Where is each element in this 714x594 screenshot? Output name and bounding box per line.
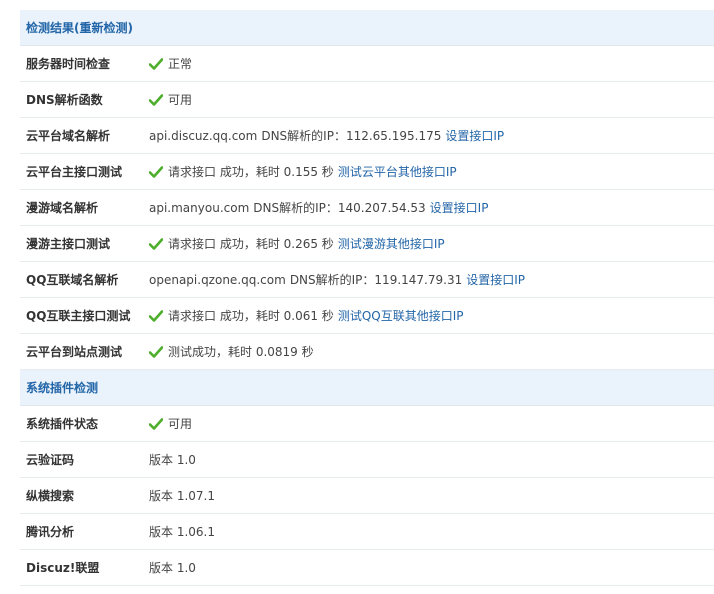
row-plugin-captcha: 云验证码 版本 1.0 <box>20 442 714 478</box>
row-label: Discuz!联盟 <box>26 561 100 575</box>
status-text: 正常 <box>168 57 193 71</box>
check-icon <box>149 165 163 178</box>
row-label: 腾讯分析 <box>26 525 75 539</box>
host-text: api.discuz.qq.com <box>149 128 258 143</box>
row-qq-domain-resolve: QQ互联域名解析 openapi.qzone.qq.com DNS解析的IP：1… <box>20 262 714 298</box>
section-header-plugins: 系统插件检测 <box>20 370 714 406</box>
version-text: 版本 1.0 <box>149 561 196 575</box>
row-label: QQ互联主接口测试 <box>26 309 131 323</box>
row-label: QQ互联域名解析 <box>26 273 119 287</box>
row-dns-function: DNS解析函数 可用 <box>20 82 714 118</box>
row-plugin-analytics: 腾讯分析 版本 1.06.1 <box>20 514 714 550</box>
row-label: 漫游域名解析 <box>26 201 99 215</box>
check-icon <box>149 237 163 250</box>
row-label: 纵横搜索 <box>26 489 75 503</box>
row-value: api.manyou.com DNS解析的IP：140.207.54.53 设置… <box>149 199 488 216</box>
version-text: 版本 1.06.1 <box>149 525 215 539</box>
set-interface-ip-link[interactable]: 设置接口IP <box>466 271 525 288</box>
test-qq-other-ip-link[interactable]: 测试QQ互联其他接口IP <box>338 307 464 324</box>
check-icon <box>149 57 163 70</box>
status-text: 请求接口 成功，耗时 0.061 秒 <box>168 309 334 323</box>
status-text: 测试成功，耗时 0.0819 秒 <box>168 345 314 359</box>
row-cloud-main-interface-test: 云平台主接口测试 请求接口 成功，耗时 0.155 秒 测试云平台其他接口IP <box>20 154 714 190</box>
row-label: 服务器时间检查 <box>26 57 111 71</box>
row-value: api.discuz.qq.com DNS解析的IP：112.65.195.17… <box>149 127 504 144</box>
row-cloud-to-site-test: 云平台到站点测试 测试成功，耗时 0.0819 秒 <box>20 334 714 370</box>
version-text: 版本 1.0 <box>149 453 196 467</box>
dns-ip-text: DNS解析的IP：140.207.54.53 <box>253 201 426 215</box>
section-title-detection[interactable]: 检测结果(重新检测) <box>26 19 133 36</box>
row-server-time: 服务器时间检查 正常 <box>20 46 714 82</box>
status-text: 可用 <box>168 417 193 431</box>
row-label: DNS解析函数 <box>26 93 103 107</box>
row-plugin-union: Discuz!联盟 版本 1.0 <box>20 550 714 586</box>
row-label: 云平台主接口测试 <box>26 165 123 179</box>
row-label: 云验证码 <box>26 453 75 467</box>
host-text: api.manyou.com <box>149 200 250 215</box>
set-interface-ip-link[interactable]: 设置接口IP <box>430 199 489 216</box>
row-plugin-status: 系统插件状态 可用 <box>20 406 714 442</box>
row-value: 正常 <box>149 55 192 72</box>
row-label: 云平台到站点测试 <box>26 345 123 359</box>
row-value: 请求接口 成功，耗时 0.265 秒 测试漫游其他接口IP <box>149 235 445 252</box>
cloud-diagnostics-panel: 检测结果(重新检测) 服务器时间检查 正常 DNS解析函数 可用 云平台域名解析… <box>20 10 714 586</box>
row-value: openapi.qzone.qq.com DNS解析的IP：119.147.79… <box>149 271 525 288</box>
status-text: 请求接口 成功，耗时 0.265 秒 <box>168 237 334 251</box>
host-text: openapi.qzone.qq.com <box>149 272 286 287</box>
row-label: 系统插件状态 <box>26 417 99 431</box>
set-interface-ip-link[interactable]: 设置接口IP <box>445 127 504 144</box>
section-title-plugins: 系统插件检测 <box>26 381 99 395</box>
row-value: 请求接口 成功，耗时 0.061 秒 测试QQ互联其他接口IP <box>149 307 463 324</box>
section-header-detection: 检测结果(重新检测) <box>20 10 714 46</box>
test-manyou-other-ip-link[interactable]: 测试漫游其他接口IP <box>338 235 445 252</box>
check-icon <box>149 417 163 430</box>
row-cloud-domain-resolve: 云平台域名解析 api.discuz.qq.com DNS解析的IP：112.6… <box>20 118 714 154</box>
row-manyou-domain-resolve: 漫游域名解析 api.manyou.com DNS解析的IP：140.207.5… <box>20 190 714 226</box>
row-value: 可用 <box>149 91 192 108</box>
test-cloud-other-ip-link[interactable]: 测试云平台其他接口IP <box>338 163 457 180</box>
row-qq-main-interface-test: QQ互联主接口测试 请求接口 成功，耗时 0.061 秒 测试QQ互联其他接口I… <box>20 298 714 334</box>
dns-ip-text: DNS解析的IP：119.147.79.31 <box>289 273 463 287</box>
status-text: 请求接口 成功，耗时 0.155 秒 <box>168 165 334 179</box>
check-icon <box>149 93 163 106</box>
row-label: 漫游主接口测试 <box>26 237 111 251</box>
row-value: 请求接口 成功，耗时 0.155 秒 测试云平台其他接口IP <box>149 163 457 180</box>
dns-ip-text: DNS解析的IP：112.65.195.175 <box>261 129 442 143</box>
version-text: 版本 1.07.1 <box>149 489 215 503</box>
check-icon <box>149 309 163 322</box>
row-value: 测试成功，耗时 0.0819 秒 <box>149 343 314 360</box>
row-manyou-main-interface-test: 漫游主接口测试 请求接口 成功，耗时 0.265 秒 测试漫游其他接口IP <box>20 226 714 262</box>
row-label: 云平台域名解析 <box>26 129 111 143</box>
check-icon <box>149 345 163 358</box>
status-text: 可用 <box>168 93 193 107</box>
row-plugin-search: 纵横搜索 版本 1.07.1 <box>20 478 714 514</box>
row-value: 可用 <box>149 415 192 432</box>
